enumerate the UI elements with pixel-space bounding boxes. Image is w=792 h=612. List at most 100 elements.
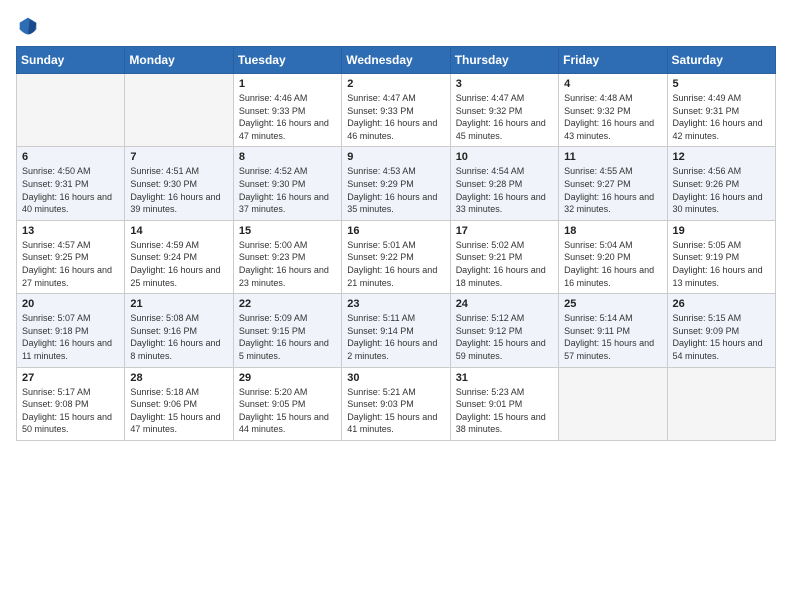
day-number: 18 <box>564 225 661 237</box>
day-number: 26 <box>673 298 770 310</box>
day-number: 20 <box>22 298 119 310</box>
day-number: 6 <box>22 151 119 163</box>
calendar-cell: 3 Sunrise: 4:47 AM Sunset: 9:32 PM Daylig… <box>450 74 558 147</box>
calendar-cell: 14 Sunrise: 4:59 AM Sunset: 9:24 PM Dayli… <box>125 220 233 293</box>
day-number: 5 <box>673 78 770 90</box>
calendar-cell: 28Sunrise: 5:18 AM Sunset: 9:06 PM Dayli… <box>125 367 233 440</box>
calendar-week-row: 1 Sunrise: 4:46 AM Sunset: 9:33 PM Daylig… <box>17 74 776 147</box>
day-number: 11 <box>564 151 661 163</box>
calendar-cell: 31 Sunrise: 5:23 AM Sunset: 9:01 PM Dayli… <box>450 367 558 440</box>
header <box>16 16 776 36</box>
day-info: Sunrise: 4:53 AM Sunset: 9:29 PM Dayligh… <box>347 165 444 215</box>
day-info: Sunrise: 5:07 AM Sunset: 9:18 PM Dayligh… <box>22 312 119 362</box>
day-number: 13 <box>22 225 119 237</box>
calendar-cell: 25Sunrise: 5:14 AM Sunset: 9:11 PM Dayli… <box>559 294 667 367</box>
day-info: Sunrise: 4:50 AM Sunset: 9:31 PM Dayligh… <box>22 165 119 215</box>
day-info: Sunrise: 4:57 AM Sunset: 9:25 PM Dayligh… <box>22 239 119 289</box>
day-info: Sunrise: 4:56 AM Sunset: 9:26 PM Dayligh… <box>673 165 770 215</box>
day-info: Sunrise: 5:23 AM Sunset: 9:01 PM Dayligh… <box>456 386 553 436</box>
header-sunday: Sunday <box>17 47 125 74</box>
day-info: Sunrise: 5:04 AM Sunset: 9:20 PM Dayligh… <box>564 239 661 289</box>
calendar-cell <box>667 367 775 440</box>
calendar-cell: 27 Sunrise: 5:17 AM Sunset: 9:08 PM Dayli… <box>17 367 125 440</box>
day-info: Sunrise: 5:15 AM Sunset: 9:09 PM Dayligh… <box>673 312 770 362</box>
header-wednesday: Wednesday <box>342 47 450 74</box>
day-info: Sunrise: 5:11 AM Sunset: 9:14 PM Dayligh… <box>347 312 444 362</box>
calendar-cell: 4Sunrise: 4:48 AM Sunset: 9:32 PM Daylig… <box>559 74 667 147</box>
day-info: Sunrise: 5:14 AM Sunset: 9:11 PM Dayligh… <box>564 312 661 362</box>
calendar-cell: 13 Sunrise: 4:57 AM Sunset: 9:25 PM Dayli… <box>17 220 125 293</box>
day-number: 23 <box>347 298 444 310</box>
calendar-cell: 16 Sunrise: 5:01 AM Sunset: 9:22 PM Dayli… <box>342 220 450 293</box>
day-info: Sunrise: 4:47 AM Sunset: 9:33 PM Dayligh… <box>347 92 444 142</box>
header-monday: Monday <box>125 47 233 74</box>
calendar-cell: 19Sunrise: 5:05 AM Sunset: 9:19 PM Dayli… <box>667 220 775 293</box>
day-number: 17 <box>456 225 553 237</box>
header-tuesday: Tuesday <box>233 47 341 74</box>
day-number: 9 <box>347 151 444 163</box>
day-info: Sunrise: 4:59 AM Sunset: 9:24 PM Dayligh… <box>130 239 227 289</box>
header-saturday: Saturday <box>667 47 775 74</box>
calendar-cell: 22 Sunrise: 5:09 AM Sunset: 9:15 PM Dayli… <box>233 294 341 367</box>
day-info: Sunrise: 5:17 AM Sunset: 9:08 PM Dayligh… <box>22 386 119 436</box>
calendar-cell: 29Sunrise: 5:20 AM Sunset: 9:05 PM Dayli… <box>233 367 341 440</box>
day-info: Sunrise: 4:47 AM Sunset: 9:32 PM Dayligh… <box>456 92 553 142</box>
day-number: 30 <box>347 372 444 384</box>
day-number: 31 <box>456 372 553 384</box>
calendar-cell: 30 Sunrise: 5:21 AM Sunset: 9:03 PM Dayli… <box>342 367 450 440</box>
calendar: SundayMondayTuesdayWednesdayThursdayFrid… <box>16 46 776 441</box>
calendar-cell: 21Sunrise: 5:08 AM Sunset: 9:16 PM Dayli… <box>125 294 233 367</box>
day-number: 3 <box>456 78 553 90</box>
day-info: Sunrise: 4:54 AM Sunset: 9:28 PM Dayligh… <box>456 165 553 215</box>
calendar-cell: 11 Sunrise: 4:55 AM Sunset: 9:27 PM Dayli… <box>559 147 667 220</box>
day-number: 4 <box>564 78 661 90</box>
calendar-cell: 26 Sunrise: 5:15 AM Sunset: 9:09 PM Dayli… <box>667 294 775 367</box>
day-info: Sunrise: 5:08 AM Sunset: 9:16 PM Dayligh… <box>130 312 227 362</box>
day-info: Sunrise: 4:51 AM Sunset: 9:30 PM Dayligh… <box>130 165 227 215</box>
day-info: Sunrise: 5:01 AM Sunset: 9:22 PM Dayligh… <box>347 239 444 289</box>
day-info: Sunrise: 5:05 AM Sunset: 9:19 PM Dayligh… <box>673 239 770 289</box>
day-info: Sunrise: 5:00 AM Sunset: 9:23 PM Dayligh… <box>239 239 336 289</box>
logo <box>16 16 38 36</box>
day-info: Sunrise: 5:09 AM Sunset: 9:15 PM Dayligh… <box>239 312 336 362</box>
calendar-cell: 5 Sunrise: 4:49 AM Sunset: 9:31 PM Daylig… <box>667 74 775 147</box>
calendar-cell: 1 Sunrise: 4:46 AM Sunset: 9:33 PM Daylig… <box>233 74 341 147</box>
calendar-cell: 10 Sunrise: 4:54 AM Sunset: 9:28 PM Dayli… <box>450 147 558 220</box>
calendar-cell: 8Sunrise: 4:52 AM Sunset: 9:30 PM Daylig… <box>233 147 341 220</box>
calendar-week-row: 13 Sunrise: 4:57 AM Sunset: 9:25 PM Dayli… <box>17 220 776 293</box>
logo-icon <box>18 16 38 36</box>
calendar-cell: 15 Sunrise: 5:00 AM Sunset: 9:23 PM Dayli… <box>233 220 341 293</box>
day-number: 1 <box>239 78 336 90</box>
day-info: Sunrise: 5:21 AM Sunset: 9:03 PM Dayligh… <box>347 386 444 436</box>
calendar-week-row: 20 Sunrise: 5:07 AM Sunset: 9:18 PM Dayli… <box>17 294 776 367</box>
day-number: 7 <box>130 151 227 163</box>
day-info: Sunrise: 4:55 AM Sunset: 9:27 PM Dayligh… <box>564 165 661 215</box>
day-number: 16 <box>347 225 444 237</box>
calendar-cell: 17 Sunrise: 5:02 AM Sunset: 9:21 PM Dayli… <box>450 220 558 293</box>
day-number: 27 <box>22 372 119 384</box>
calendar-cell: 20 Sunrise: 5:07 AM Sunset: 9:18 PM Dayli… <box>17 294 125 367</box>
calendar-cell: 9 Sunrise: 4:53 AM Sunset: 9:29 PM Daylig… <box>342 147 450 220</box>
calendar-cell: 2Sunrise: 4:47 AM Sunset: 9:33 PM Daylig… <box>342 74 450 147</box>
day-number: 29 <box>239 372 336 384</box>
day-info: Sunrise: 5:12 AM Sunset: 9:12 PM Dayligh… <box>456 312 553 362</box>
calendar-cell: 12Sunrise: 4:56 AM Sunset: 9:26 PM Dayli… <box>667 147 775 220</box>
header-thursday: Thursday <box>450 47 558 74</box>
calendar-cell <box>559 367 667 440</box>
calendar-cell: 7 Sunrise: 4:51 AM Sunset: 9:30 PM Daylig… <box>125 147 233 220</box>
calendar-cell: 23 Sunrise: 5:11 AM Sunset: 9:14 PM Dayli… <box>342 294 450 367</box>
calendar-cell: 18 Sunrise: 5:04 AM Sunset: 9:20 PM Dayli… <box>559 220 667 293</box>
day-info: Sunrise: 4:49 AM Sunset: 9:31 PM Dayligh… <box>673 92 770 142</box>
calendar-cell <box>17 74 125 147</box>
day-info: Sunrise: 5:18 AM Sunset: 9:06 PM Dayligh… <box>130 386 227 436</box>
calendar-header-row: SundayMondayTuesdayWednesdayThursdayFrid… <box>17 47 776 74</box>
day-number: 10 <box>456 151 553 163</box>
day-info: Sunrise: 5:02 AM Sunset: 9:21 PM Dayligh… <box>456 239 553 289</box>
day-info: Sunrise: 4:46 AM Sunset: 9:33 PM Dayligh… <box>239 92 336 142</box>
day-number: 22 <box>239 298 336 310</box>
calendar-cell: 24Sunrise: 5:12 AM Sunset: 9:12 PM Dayli… <box>450 294 558 367</box>
calendar-cell: 6 Sunrise: 4:50 AM Sunset: 9:31 PM Daylig… <box>17 147 125 220</box>
day-number: 15 <box>239 225 336 237</box>
day-info: Sunrise: 4:52 AM Sunset: 9:30 PM Dayligh… <box>239 165 336 215</box>
day-number: 14 <box>130 225 227 237</box>
